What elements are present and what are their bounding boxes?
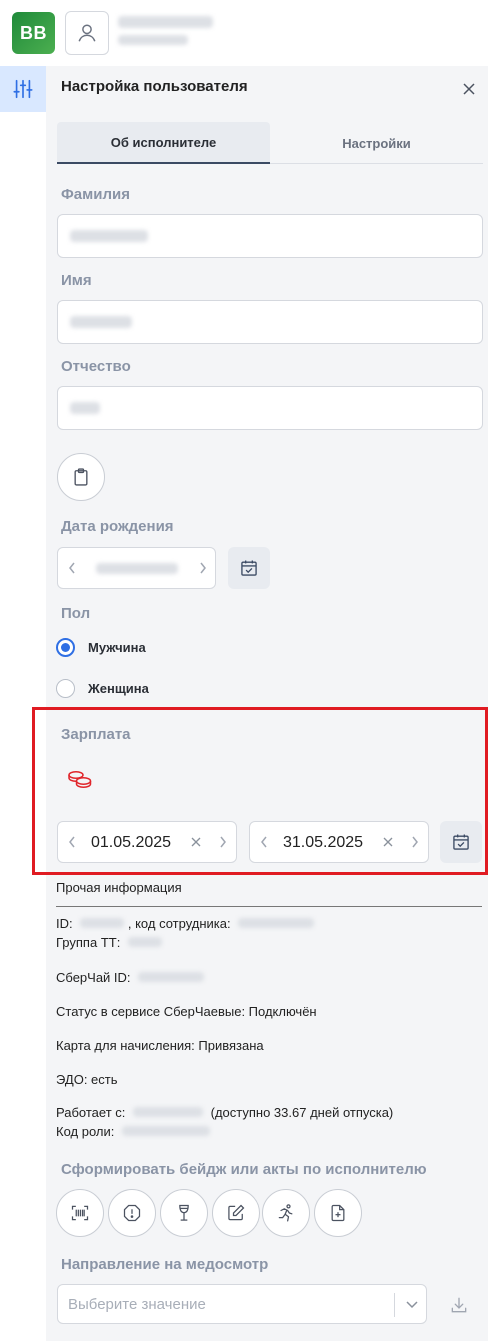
user-icon — [78, 24, 96, 42]
name-label: Имя — [61, 272, 92, 289]
copy-fio-button[interactable] — [57, 453, 105, 501]
status-row: Статус в сервисе СберЧаевые: Подключён — [56, 1004, 317, 1019]
chevron-down-icon[interactable] — [404, 1296, 420, 1314]
clear-icon[interactable] — [380, 833, 396, 851]
id-value-redacted — [80, 918, 125, 928]
surname-value-redacted — [70, 230, 148, 242]
clear-icon[interactable] — [188, 833, 204, 851]
barcode-icon — [71, 1205, 89, 1221]
next-arrow-icon[interactable] — [195, 559, 211, 577]
user-settings-panel: Настройка пользователя Об исполнителе На… — [46, 66, 488, 1341]
clipboard-icon — [74, 468, 88, 486]
alcohol-act-button[interactable] — [160, 1189, 208, 1237]
salary-date-from-value: 01.05.2025 — [91, 834, 172, 851]
coins-icon — [68, 771, 92, 788]
birth-date-value-redacted — [96, 563, 178, 574]
next-arrow-icon[interactable] — [215, 833, 231, 851]
edit-icon — [228, 1204, 245, 1221]
add-document-icon — [331, 1204, 345, 1222]
gender-label: Пол — [61, 605, 91, 622]
user-name-redacted — [118, 16, 213, 28]
salary-date-from[interactable]: 01.05.2025 — [57, 821, 237, 863]
prev-arrow-icon[interactable] — [256, 833, 272, 851]
prev-arrow-icon[interactable] — [64, 833, 80, 851]
card-row: Карта для начисления: Привязана — [56, 1038, 264, 1053]
salary-calendar-button[interactable] — [440, 821, 482, 863]
next-arrow-icon[interactable] — [407, 833, 423, 851]
badge-barcode-button[interactable] — [56, 1189, 104, 1237]
patronymic-value-redacted — [70, 402, 100, 414]
gender-option-female[interactable]: Женщина — [56, 677, 149, 699]
app-logo[interactable]: BB — [12, 12, 55, 54]
wine-glass-icon — [179, 1204, 189, 1221]
running-person-icon — [278, 1204, 293, 1222]
birth-date-label: Дата рождения — [61, 518, 174, 535]
group-label: Группа ТТ: — [56, 935, 121, 950]
other-info-title: Прочая информация — [56, 880, 182, 895]
top-bar: BB — [0, 0, 488, 66]
role-code-row: Код роли: — [56, 1124, 210, 1139]
avatar[interactable] — [65, 11, 109, 55]
employee-code-redacted — [238, 918, 315, 928]
birth-date-picker[interactable] — [57, 547, 216, 589]
gender-male-label: Мужчина — [88, 639, 146, 655]
edo-row: ЭДО: есть — [56, 1072, 118, 1087]
medical-select[interactable]: Выберите значение — [57, 1284, 427, 1324]
salary-date-to-value: 31.05.2025 — [283, 834, 364, 851]
medical-title: Направление на медосмотр — [61, 1256, 269, 1273]
group-row: Группа ТТ: — [56, 935, 162, 950]
medical-select-placeholder: Выберите значение — [68, 1296, 206, 1313]
actions-title: Сформировать бейдж или акты по исполните… — [61, 1161, 427, 1178]
sbertea-id-label: СберЧай ID: — [56, 970, 131, 985]
name-value-redacted — [70, 316, 132, 328]
sbertea-id-row: СберЧай ID: — [56, 970, 205, 985]
id-row: ID: , код сотрудника: — [56, 916, 315, 931]
radio-unchecked-icon[interactable] — [56, 678, 75, 698]
birth-calendar-button[interactable] — [228, 547, 270, 589]
patronymic-input[interactable] — [57, 386, 483, 430]
gender-female-label: Женщина — [88, 680, 149, 696]
download-button[interactable] — [439, 1285, 479, 1325]
alert-circle-icon — [123, 1204, 141, 1222]
vacation-text: (доступно 33.67 дней отпуска) — [210, 1105, 394, 1120]
works-since-redacted — [133, 1107, 203, 1117]
surname-input[interactable] — [57, 214, 483, 258]
add-document-button[interactable] — [314, 1189, 362, 1237]
role-code-label: Код роли: — [56, 1124, 115, 1139]
surname-label: Фамилия — [61, 186, 130, 203]
tab-settings[interactable]: Настройки — [270, 122, 483, 164]
works-since-row: Работает с: (доступно 33.67 дней отпуска… — [56, 1105, 393, 1120]
tabs: Об исполнителе Настройки — [57, 122, 483, 164]
download-icon — [451, 1297, 467, 1313]
sliders-icon — [13, 79, 33, 99]
absence-act-button[interactable] — [262, 1189, 310, 1237]
works-since-label: Работает с: — [56, 1105, 126, 1120]
close-button[interactable] — [460, 80, 478, 98]
salary-coins-button[interactable] — [67, 768, 95, 792]
radio-checked-icon[interactable] — [56, 637, 75, 657]
tab-about-performer[interactable]: Об исполнителе — [57, 122, 270, 164]
patronymic-label: Отчество — [61, 358, 131, 375]
salary-label: Зарплата — [61, 726, 131, 743]
sbertea-id-redacted — [138, 972, 205, 982]
name-input[interactable] — [57, 300, 483, 344]
close-icon — [463, 83, 475, 95]
employee-code-label: , код сотрудника: — [127, 916, 231, 931]
user-role-redacted — [118, 35, 188, 45]
id-label: ID: — [56, 916, 73, 931]
salary-date-to[interactable]: 31.05.2025 — [249, 821, 429, 863]
left-rail — [0, 66, 46, 1341]
role-code-redacted — [121, 1126, 210, 1136]
divider — [56, 906, 482, 907]
edit-act-button[interactable] — [212, 1189, 260, 1237]
select-separator — [394, 1293, 395, 1317]
group-value-redacted — [127, 937, 162, 947]
settings-rail-button[interactable] — [0, 66, 46, 112]
gender-option-male[interactable]: Мужчина — [56, 636, 146, 658]
prev-arrow-icon[interactable] — [64, 559, 80, 577]
calendar-check-icon — [453, 834, 469, 850]
calendar-check-icon — [241, 560, 257, 576]
violation-act-button[interactable] — [108, 1189, 156, 1237]
panel-title: Настройка пользователя — [61, 78, 248, 95]
